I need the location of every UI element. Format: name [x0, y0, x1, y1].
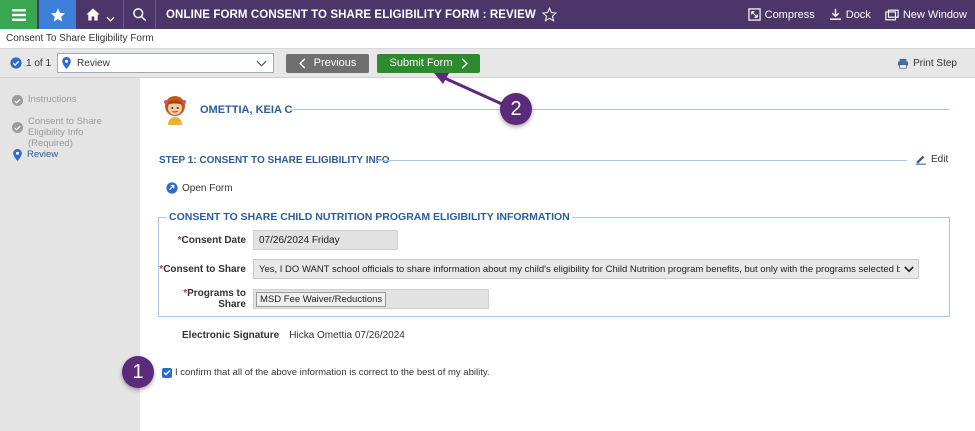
- chevron-left-icon: [298, 57, 305, 69]
- star-icon: [50, 7, 65, 22]
- review-content: OMETTIA, KEIA C STEP 1: CONSENT TO SHARE…: [140, 78, 975, 431]
- avatar: [164, 96, 186, 125]
- step-sidebar: Instructions Consent to Share Eligibilit…: [0, 78, 140, 431]
- check-circle-icon: [12, 95, 23, 106]
- breadcrumb: Consent To Share Eligibility Form: [0, 29, 975, 49]
- sidebar-item-label: Instructions: [28, 94, 77, 105]
- consent-date-label: *Consent Date: [177, 234, 246, 246]
- signature-label: Electronic Signature: [182, 330, 280, 341]
- sidebar-item-label: Review: [27, 149, 59, 160]
- consent-share-label: *Consent to Share: [159, 263, 246, 275]
- search-icon: [133, 8, 147, 22]
- submit-label: Submit Form: [389, 57, 453, 69]
- print-label: Print Step: [913, 57, 957, 69]
- compress-label: Compress: [764, 8, 815, 21]
- program-tag: MSD Fee Waiver/Reductions: [256, 291, 387, 307]
- signature-row: Electronic Signature Hicka Omettia 07/26…: [182, 330, 405, 341]
- callout-badge-1: 1: [122, 356, 154, 388]
- consent-date-row: *Consent Date 07/26/2024 Friday: [159, 230, 398, 250]
- top-bar: ONLINE FORM CONSENT TO SHARE ELIGIBILITY…: [0, 0, 975, 29]
- divider: [290, 109, 950, 110]
- section-title: CONSENT TO SHARE CHILD NUTRITION PROGRAM…: [167, 211, 572, 223]
- previous-button[interactable]: Previous: [286, 53, 370, 73]
- dock-button[interactable]: Dock: [829, 8, 871, 21]
- consent-share-select[interactable]: Yes, I DO WANT school officials to share…: [253, 259, 919, 279]
- confirm-text: I confirm that all of the above informat…: [175, 367, 490, 378]
- chevron-down-icon: [256, 60, 267, 67]
- printer-icon: [898, 58, 909, 69]
- student-header: OMETTIA, KEIA C: [160, 94, 292, 126]
- new-window-icon: [885, 9, 899, 20]
- new-window-label: New Window: [902, 8, 967, 21]
- sidebar-item-review[interactable]: Review: [0, 149, 58, 161]
- step-heading: STEP 1: CONSENT TO SHARE ELIGIBILITY INF…: [159, 155, 390, 166]
- new-window-button[interactable]: New Window: [885, 9, 967, 21]
- step-toolbar: 1 of 1 Review Previous Submit Form Print…: [0, 49, 975, 78]
- consent-share-row: *Consent to Share Yes, I DO WANT school …: [159, 259, 919, 279]
- programs-row: *Programs to Share MSD Fee Waiver/Reduct…: [159, 288, 489, 310]
- chevron-down-icon: [105, 16, 115, 22]
- home-button[interactable]: [76, 0, 124, 29]
- edit-label: Edit: [931, 153, 949, 165]
- pencil-icon: [915, 155, 927, 165]
- home-icon: [85, 8, 100, 21]
- previous-label: Previous: [313, 57, 357, 69]
- sidebar-item-label: Consent to Share Eligibility Info (Requi…: [28, 116, 102, 149]
- favorites-button[interactable]: [39, 0, 76, 29]
- check-circle-icon: [10, 57, 22, 69]
- sidebar-item-instructions[interactable]: Instructions: [0, 94, 77, 106]
- consent-share-value: Yes, I DO WANT school officials to share…: [259, 263, 900, 275]
- print-step-button[interactable]: Print Step: [897, 58, 957, 69]
- compress-button[interactable]: Compress: [747, 8, 815, 21]
- student-name: OMETTIA, KEIA C: [200, 104, 293, 116]
- hamburger-icon: [11, 8, 26, 21]
- menu-button[interactable]: [0, 0, 37, 29]
- chevron-right-icon: [461, 57, 468, 69]
- step-select-value: Review: [77, 57, 110, 69]
- sidebar-item-consent[interactable]: Consent to Share Eligibility Info (Requi…: [0, 116, 120, 149]
- dock-icon: [829, 8, 841, 20]
- search-button[interactable]: [124, 0, 156, 29]
- check-circle-icon: [12, 122, 23, 133]
- favorite-star-icon[interactable]: [541, 7, 557, 22]
- step-select[interactable]: Review: [57, 53, 275, 73]
- programs-label: *Programs to Share: [183, 288, 246, 310]
- confirm-checkbox-row: I confirm that all of the above informat…: [162, 367, 490, 378]
- open-form-icon: [166, 182, 178, 194]
- step-pager: 1 of 1: [10, 57, 51, 69]
- open-form-link[interactable]: Open Form: [166, 182, 233, 194]
- checkmark-icon: [163, 370, 171, 376]
- pager-text: 1 of 1: [26, 57, 52, 69]
- page-title-text: ONLINE FORM CONSENT TO SHARE ELIGIBILITY…: [166, 8, 536, 21]
- submit-form-button[interactable]: Submit Form: [377, 53, 481, 73]
- eligibility-section: CONSENT TO SHARE CHILD NUTRITION PROGRAM…: [158, 211, 950, 317]
- signature-value: Hicka Omettia 07/26/2024: [289, 330, 405, 341]
- compress-icon: [747, 8, 761, 21]
- location-pin-icon: [13, 149, 22, 161]
- callout-badge-2: 2: [500, 93, 532, 125]
- page-title: ONLINE FORM CONSENT TO SHARE ELIGIBILITY…: [166, 7, 557, 22]
- dock-label: Dock: [845, 8, 871, 21]
- confirm-checkbox[interactable]: [162, 367, 172, 378]
- location-pin-icon: [62, 57, 71, 69]
- chevron-down-icon: [904, 265, 914, 272]
- consent-date-field[interactable]: 07/26/2024 Friday: [253, 230, 398, 250]
- divider: [377, 160, 907, 161]
- programs-field[interactable]: MSD Fee Waiver/Reductions: [253, 289, 489, 309]
- open-form-label: Open Form: [182, 182, 233, 194]
- edit-button[interactable]: Edit: [915, 153, 948, 165]
